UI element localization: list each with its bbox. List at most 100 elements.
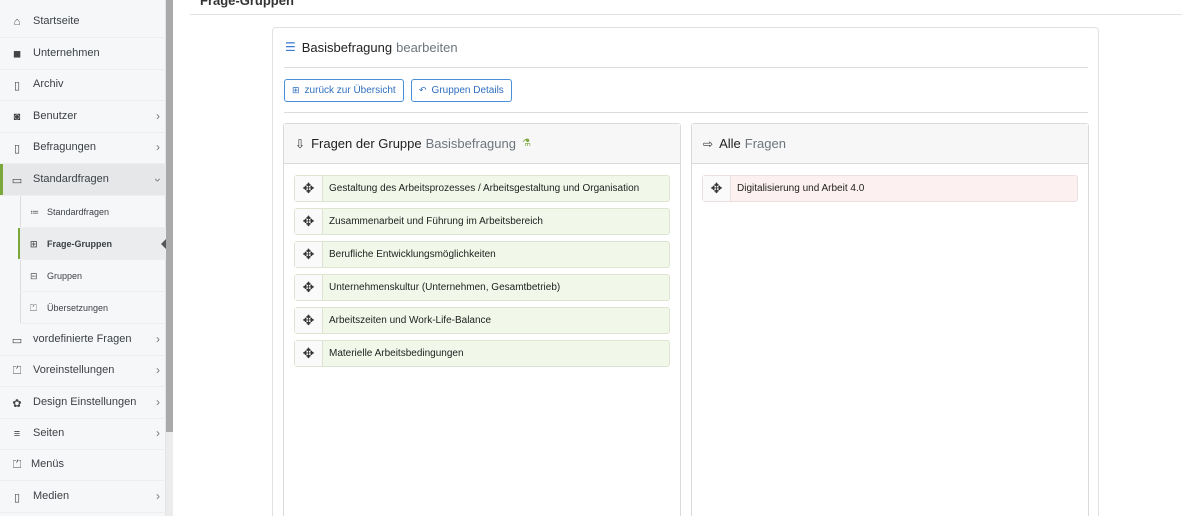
sidebar-item-label: Menüs [31, 458, 65, 470]
sidebar-subitem-gruppen[interactable]: ⊟ Gruppen [20, 260, 166, 292]
list-item[interactable]: ✥ Unternehmenskultur (Unternehmen, Gesam… [294, 274, 670, 301]
toolbox-icon: ⏍ [30, 303, 37, 313]
chevron-down-icon: › [151, 178, 165, 182]
sidebar-item-unternehmen[interactable]: ◼ Unternehmen [0, 38, 166, 70]
sidebar-item-label: Standardfragen [33, 173, 109, 185]
survey-icon: ▯ [13, 142, 21, 155]
sidebar-item-seiten[interactable]: ≡ Seiten › [0, 418, 166, 450]
move-handle-icon[interactable]: ✥ [295, 341, 323, 366]
question-label: Unternehmenskultur (Unternehmen, Gesamtb… [329, 282, 561, 293]
folder-icon: ▭ [11, 334, 23, 347]
chevron-right-icon: › [156, 109, 160, 123]
group-questions-header: ⇩ Fragen der Gruppe Basisbefragung ⚗ [284, 124, 680, 164]
folder-icon: ▭ [11, 174, 23, 187]
sidebar-item-startseite[interactable]: ⌂ Startseite [0, 6, 166, 38]
sidebar-item-archiv[interactable]: ▯ Archiv [0, 69, 166, 101]
move-handle-icon[interactable]: ✥ [295, 209, 323, 234]
list-icon: ☰ [285, 40, 296, 54]
divider [284, 112, 1088, 113]
sidebar-subitem-frage-gruppen[interactable]: ⊞ Frage-Gruppen [18, 228, 167, 260]
list-item[interactable]: ✥ Materielle Arbeitsbedingungen [294, 340, 670, 367]
sidebar-item-label: Voreinstellungen [33, 364, 115, 376]
list-item[interactable]: ✥ Berufliche Entwicklungsmöglichkeiten [294, 241, 670, 268]
sidebar-item-design-einstellungen[interactable]: ✿ Design Einstellungen › [0, 387, 166, 419]
back-to-overview-button[interactable]: ⊞ zurück zur Übersicht [284, 79, 404, 102]
chevron-right-icon: › [156, 363, 160, 377]
list-item[interactable]: ✥ Gestaltung des Arbeitsprozesses / Arbe… [294, 175, 670, 202]
edit-group-card: ☰ Basisbefragung bearbeiten ⊞ zurück zur… [272, 27, 1099, 516]
sidebar-item-label: Archiv [33, 78, 64, 90]
sidebar: ⌂ Startseite ◼ Unternehmen ▯ Archiv ◙ Be… [0, 0, 167, 516]
sidebar-subitem-label: Gruppen [47, 271, 83, 281]
sidebar-item-label: Medien [33, 490, 70, 502]
sidebar-subitem-standardfragen[interactable]: ≔ Standardfragen [20, 196, 166, 228]
move-handle-icon[interactable]: ✥ [295, 176, 323, 201]
panel-title: Fragen der Gruppe [311, 136, 422, 151]
sidebar-item-befragungen[interactable]: ▯ Befragungen › [0, 132, 166, 164]
scrollbar-thumb[interactable] [166, 0, 173, 432]
panel-title: Alle [719, 136, 741, 151]
move-handle-icon[interactable]: ✥ [703, 176, 731, 201]
sidebar-item-standardfragen[interactable]: ▭ Standardfragen › [0, 164, 166, 196]
group-questions-panel: ⇩ Fragen der Gruppe Basisbefragung ⚗ ✥ G… [283, 123, 681, 516]
sidebar-item-vordefinierte-fragen[interactable]: ▭ vordefinierte Fragen › [0, 324, 166, 356]
all-questions-header: ⇨ Alle Fragen [692, 124, 1088, 164]
chevron-right-icon: › [156, 426, 160, 440]
sidebar-item-menues[interactable]: ⏍ Menüs [0, 449, 166, 481]
list-item[interactable]: ✥ Zusammenarbeit und Führung im Arbeitsb… [294, 208, 670, 235]
sidebar-item-label: Design Einstellungen [33, 396, 137, 408]
magic-icon: ⚗ [521, 138, 531, 149]
all-questions-panel: ⇨ Alle Fragen ✥ Digitalisierung und Arbe… [691, 123, 1089, 516]
move-handle-icon[interactable]: ✥ [295, 242, 323, 267]
palette-icon: ✿ [12, 397, 22, 410]
home-icon: ⌂ [13, 16, 21, 28]
user-icon: ◙ [13, 111, 21, 123]
sidebar-item-label: Seiten [33, 427, 65, 439]
chevron-right-icon: › [156, 395, 160, 409]
card-title-group: Basisbefragung [301, 39, 393, 55]
chevron-right-icon: › [156, 489, 160, 503]
list-item[interactable]: ✥ Digitalisierung und Arbeit 4.0 [702, 175, 1078, 202]
group-details-label: Gruppen Details [431, 85, 504, 96]
move-handle-icon[interactable]: ✥ [295, 275, 323, 300]
media-icon: ▯ [13, 491, 21, 504]
list-icon: ≔ [30, 207, 39, 217]
sidebar-item-benutzer[interactable]: ◙ Benutzer › [0, 101, 166, 133]
chevron-right-icon: › [156, 332, 160, 346]
panel-subtitle: Basisbefragung [425, 136, 516, 151]
divider [284, 67, 1088, 68]
sidebar-scrollbar[interactable] [166, 0, 173, 516]
toolbox-icon: ⏍ [12, 458, 22, 471]
sidebar-item-label: Startseite [33, 15, 80, 27]
sidebar-subitem-uebersetzungen[interactable]: ⏍ Übersetzungen [20, 292, 166, 324]
sidebar-item-voreinstellungen[interactable]: ⏍ Voreinstellungen › [0, 355, 166, 387]
list-icon: ≡ [13, 428, 21, 440]
card-title: ☰ Basisbefragung bearbeiten [285, 38, 458, 56]
grid-icon: ⊞ [30, 239, 38, 249]
file-icon: ▯ [13, 79, 21, 92]
move-handle-icon[interactable]: ✥ [295, 308, 323, 333]
sidebar-item-label: vordefinierte Fragen [33, 333, 132, 345]
sidebar-item-medien[interactable]: ▯ Medien › [0, 481, 166, 513]
question-label: Arbeitszeiten und Work-Life-Balance [329, 315, 492, 326]
sidebar-subitem-label: Frage-Gruppen [47, 239, 113, 249]
group-details-button[interactable]: ↶ Gruppen Details [411, 79, 512, 102]
question-label: Berufliche Entwicklungsmöglichkeiten [329, 249, 496, 260]
toolbox-icon: ⏍ [12, 364, 22, 377]
chevron-right-icon: › [156, 140, 160, 154]
sidebar-subitem-label: Übersetzungen [47, 303, 109, 313]
question-label: Materielle Arbeitsbedingungen [329, 348, 464, 359]
grid-icon: ⊞ [292, 85, 300, 95]
panel-subtitle: Fragen [744, 136, 786, 151]
sidebar-item-label: Unternehmen [33, 47, 100, 59]
title-divider [190, 14, 1182, 15]
card-title-action: bearbeiten [396, 39, 458, 55]
page-title: Frage-Gruppen [200, 0, 294, 8]
question-label: Zusammenarbeit und Führung im Arbeitsber… [329, 216, 543, 227]
question-label: Digitalisierung und Arbeit 4.0 [737, 183, 865, 194]
building-icon: ◼ [12, 48, 22, 60]
sign-out-icon: ⇨ [703, 136, 714, 151]
list-item[interactable]: ✥ Arbeitszeiten und Work-Life-Balance [294, 307, 670, 334]
sidebar-item-label: Benutzer [33, 110, 78, 122]
undo-icon: ↶ [419, 85, 427, 95]
